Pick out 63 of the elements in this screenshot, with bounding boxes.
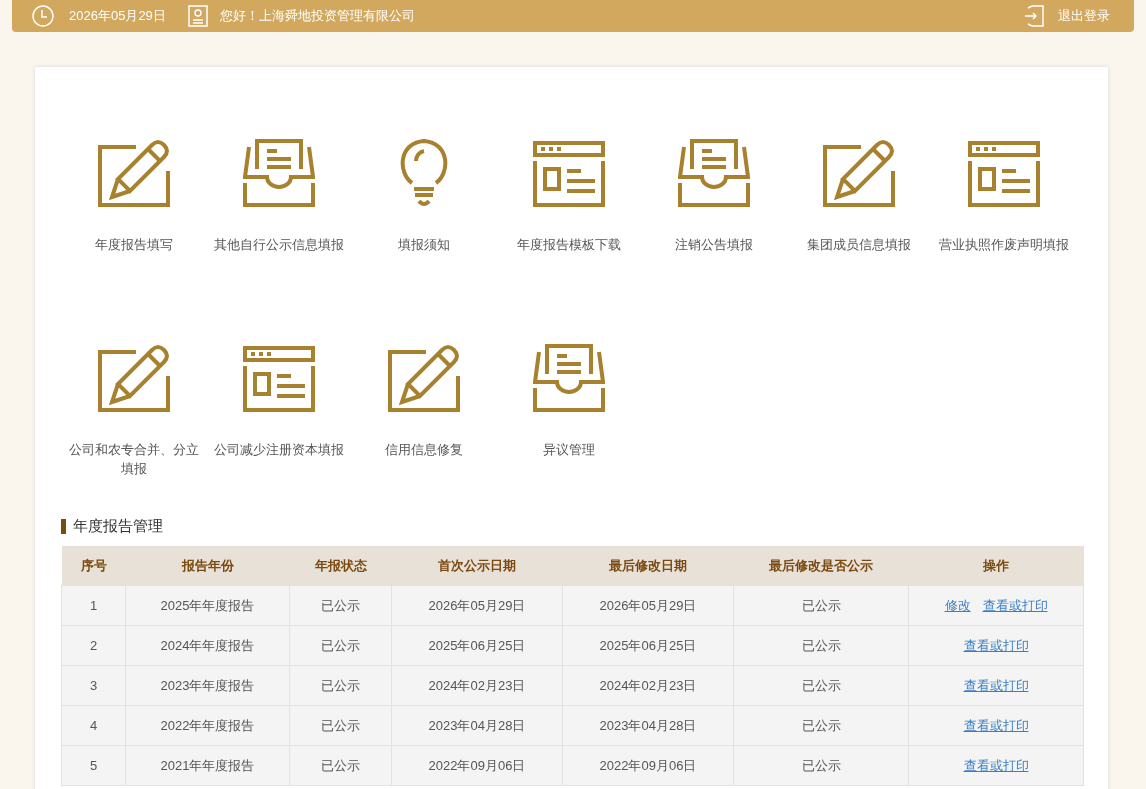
table-cell: 2023年年度报告	[125, 665, 290, 706]
menu-tile[interactable]: 填报须知	[351, 139, 496, 344]
section-marker	[61, 518, 66, 534]
exit-icon	[1024, 5, 1044, 27]
column-header: 操作	[908, 545, 1084, 586]
table-cell: 5	[61, 745, 126, 786]
action-link[interactable]: 修改	[944, 595, 971, 616]
table-cell: 2025年06月25日	[562, 625, 734, 666]
table-cell: 已公示	[733, 745, 909, 786]
table-cell: 3	[61, 665, 126, 706]
table-cell: 4	[61, 705, 126, 746]
inbox-icon	[677, 139, 750, 207]
menu-tile[interactable]: 营业执照作废声明填报	[931, 139, 1076, 344]
table-cell: 2022年年度报告	[125, 705, 290, 746]
menu-tile[interactable]: 注销公告填报	[641, 139, 786, 344]
table-cell: 2026年05月29日	[391, 585, 563, 626]
menu-tile[interactable]: 集团成员信息填报	[786, 139, 931, 344]
pencil-icon	[822, 139, 895, 207]
action-link[interactable]: 查看或打印	[963, 635, 1029, 656]
webpage-icon	[967, 139, 1040, 207]
table-cell: 2025年年度报告	[125, 585, 290, 626]
menu-tile[interactable]: 其他自行公示信息填报	[206, 139, 351, 344]
webpage-icon	[242, 344, 315, 412]
section-title: 年度报告管理	[73, 516, 163, 536]
column-header: 最后修改是否公示	[733, 545, 909, 586]
table-cell: 2025年06月25日	[391, 625, 563, 666]
table-cell: 已公示	[289, 625, 392, 666]
table-cell: 2026年05月29日	[562, 585, 734, 626]
action-link[interactable]: 查看或打印	[963, 675, 1029, 696]
table-cell: 2024年02月23日	[562, 665, 734, 706]
table-cell: 2023年04月28日	[562, 705, 734, 746]
table-cell: 2022年09月06日	[562, 745, 734, 786]
table-cell: 2	[61, 625, 126, 666]
table-cell: 2021年年度报告	[125, 745, 290, 786]
clock-icon	[32, 5, 54, 27]
greeting-text: 您好！上海舜地投资管理有限公司	[219, 7, 415, 26]
column-header: 序号	[61, 545, 126, 586]
inbox-icon	[242, 139, 315, 207]
pencil-icon	[97, 344, 170, 412]
table-cell: 已公示	[289, 585, 392, 626]
table-cell: 已公示	[733, 625, 909, 666]
table-cell: 已公示	[733, 705, 909, 746]
pencil-icon	[387, 344, 460, 412]
id-card-icon	[187, 5, 208, 27]
table-cell: 已公示	[289, 745, 392, 786]
menu-tile[interactable]: 年度报告填写	[61, 139, 206, 344]
action-link[interactable]: 查看或打印	[963, 755, 1029, 776]
table-cell: 2022年09月06日	[391, 745, 563, 786]
table-cell: 已公示	[289, 705, 392, 746]
table-cell: 2024年02月23日	[391, 665, 563, 706]
table-cell: 2024年年度报告	[125, 625, 290, 666]
table-cell: 已公示	[289, 665, 392, 706]
action-link[interactable]: 查看或打印	[982, 595, 1048, 616]
menu-tile[interactable]: 年度报告模板下载	[496, 139, 641, 344]
table-cell: 2023年04月28日	[391, 705, 563, 746]
pencil-icon	[97, 139, 170, 207]
table-cell: 已公示	[733, 585, 909, 626]
current-date: 2026年05月29日	[69, 7, 166, 26]
table-cell: 已公示	[733, 665, 909, 706]
table-cell: 1	[61, 585, 126, 626]
webpage-icon	[532, 139, 605, 207]
inbox-icon	[532, 344, 605, 412]
action-link[interactable]: 查看或打印	[963, 715, 1029, 736]
